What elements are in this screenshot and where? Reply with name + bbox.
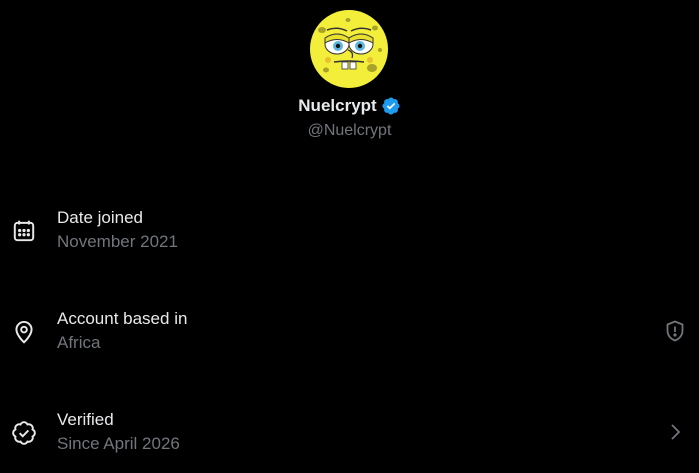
display-name: Nuelcrypt — [298, 96, 377, 115]
profile-handle: @Nuelcrypt — [307, 122, 392, 139]
calendar-icon — [11, 218, 37, 244]
row-subtitle: Since April 2026 — [57, 434, 180, 453]
spongebob-avatar-image — [310, 10, 388, 88]
row-subtitle: Africa — [57, 333, 101, 352]
verified-badge-icon[interactable] — [381, 96, 401, 116]
location-pin-icon — [11, 319, 37, 345]
avatar[interactable] — [310, 10, 388, 88]
row-subtitle: November 2021 — [57, 232, 178, 251]
row-title: Verified — [57, 410, 114, 429]
shield-alert-icon[interactable] — [663, 319, 687, 343]
chevron-right-icon[interactable] — [663, 420, 687, 444]
verified-row[interactable]: Verified Since April 2026 — [0, 410, 699, 470]
verified-badge-icon — [11, 420, 37, 446]
about-account-page: Nuelcrypt @Nuelcrypt Date joined Novembe… — [0, 0, 699, 473]
row-title: Date joined — [57, 208, 144, 227]
row-title: Account based in — [57, 309, 188, 328]
account-based-in-row: Account based in Africa — [0, 309, 699, 369]
date-joined-row: Date joined November 2021 — [0, 208, 699, 268]
name-row: Nuelcrypt — [0, 96, 699, 116]
